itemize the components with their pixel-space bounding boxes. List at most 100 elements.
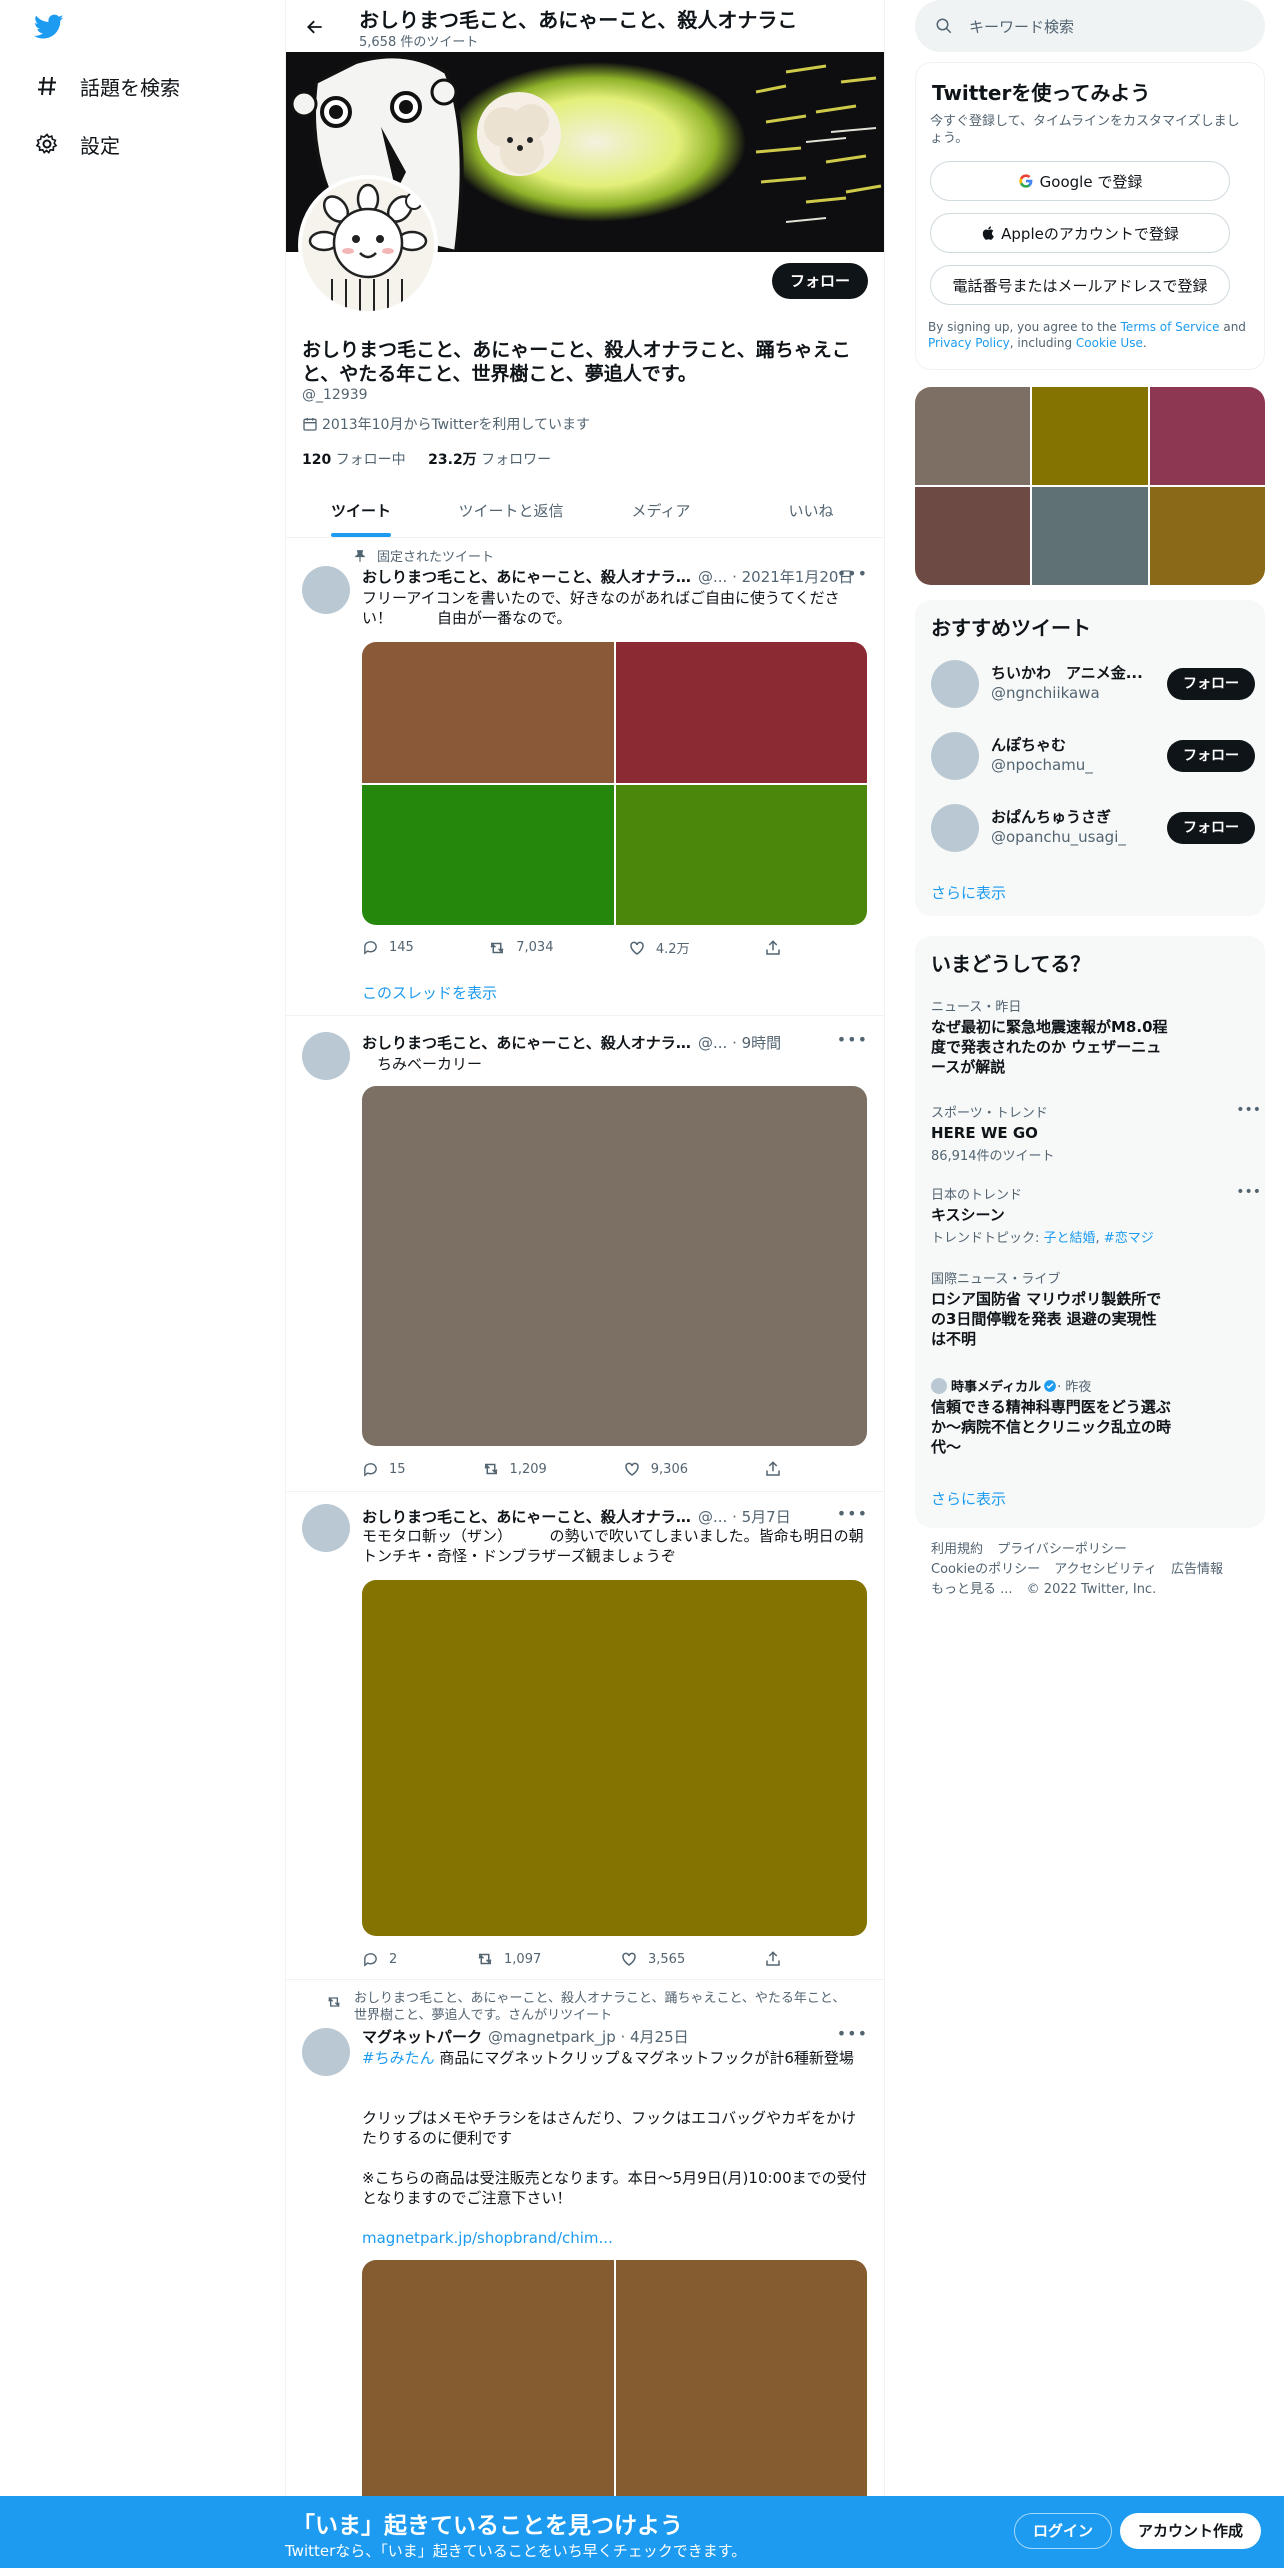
reply-button[interactable]: 145 [362, 938, 414, 957]
tweet-item[interactable]: 固定されたツイート おしりまつ毛こと、あにゃーこと、殺人オナラ... @... … [286, 538, 884, 1016]
retweet-button[interactable]: 1,097 [476, 1950, 541, 1968]
nav-settings[interactable]: 設定 [34, 124, 120, 164]
more-options-icon[interactable]: ••• [1236, 1184, 1261, 1200]
recommended-user[interactable]: おぱんちゅうさぎ @opanchu_usagi_ フォロー [931, 800, 1255, 860]
signup-button[interactable]: アカウント作成 [1120, 2513, 1262, 2549]
like-button[interactable]: 3,565 [620, 1950, 685, 1968]
trend-topic-link[interactable]: 子と結婚 [1044, 1231, 1096, 1246]
media-image[interactable] [362, 2260, 614, 2500]
recommended-user[interactable]: んぽちゃむ @npochamu_ フォロー [931, 728, 1255, 788]
show-more-link[interactable]: さらに表示 [931, 1488, 1006, 1509]
footer-link[interactable]: 広告情報 [1171, 1562, 1223, 1577]
trend-item[interactable]: 日本のトレンド キスシーン トレンドトピック: 子と結婚, #恋マジ ••• [931, 1184, 1261, 1246]
footer-link[interactable]: 利用規約 [931, 1542, 983, 1557]
tweet-media-grid[interactable] [362, 2260, 867, 2500]
photo-thumb[interactable] [1149, 387, 1265, 485]
tweet-avatar[interactable] [302, 1032, 350, 1080]
google-signup-button[interactable]: Google で登録 [930, 161, 1230, 201]
show-thread-link[interactable]: このスレッドを表示 [362, 982, 497, 1003]
back-arrow-icon[interactable] [300, 12, 330, 42]
media-image[interactable] [615, 2260, 867, 2500]
photo-thumb[interactable] [1149, 487, 1265, 585]
like-button[interactable]: 9,306 [623, 1460, 688, 1478]
reply-button[interactable]: 2 [362, 1950, 397, 1968]
tab-tweets[interactable]: ツイート [286, 484, 436, 537]
photo-thumb[interactable] [1032, 487, 1148, 585]
tweet-author-name[interactable]: おしりまつ毛こと、あにゃーこと、殺人オナラ... [362, 566, 692, 587]
avatar[interactable] [931, 732, 979, 780]
trend-topic-link[interactable]: #恋マジ [1104, 1231, 1154, 1246]
more-options-icon[interactable]: ••• [837, 1504, 868, 1523]
follow-button[interactable]: フォロー [1167, 740, 1255, 772]
search-box[interactable]: キーワード検索 [915, 0, 1265, 52]
trend-item[interactable]: 時事メディカル · 昨夜 信頼できる精神科専門医をどう選ぶか～病院不信とクリニッ… [931, 1376, 1231, 1457]
media-image[interactable] [362, 1086, 867, 1446]
tweet-avatar[interactable] [302, 566, 350, 614]
more-options-icon[interactable]: ••• [837, 2024, 868, 2043]
tweet-media-grid[interactable] [362, 1580, 867, 1936]
media-image[interactable] [615, 642, 867, 783]
show-more-link[interactable]: さらに表示 [931, 882, 1006, 903]
trend-item[interactable]: 国際ニュース・ライブ ロシア国防省 マリウポリ製鉄所での3日間停戦を発表 退避の… [931, 1268, 1231, 1349]
tweet-media-grid[interactable] [362, 642, 867, 925]
tweet-meta[interactable]: @... · 2021年1月20日 [698, 566, 853, 587]
recommended-user[interactable]: ちいかわ アニメ金... @ngnchiikawa フォロー [931, 656, 1255, 716]
more-options-icon[interactable]: ••• [837, 564, 868, 583]
tweet-item[interactable]: おしりまつ毛こと、あにゃーこと、殺人オナラこと、踊ちゃえこと、やたる年こと、世界… [286, 1980, 884, 2500]
retweet-button[interactable]: 7,034 [488, 938, 553, 957]
avatar[interactable] [931, 804, 979, 852]
avatar[interactable] [931, 660, 979, 708]
login-button[interactable]: ログイン [1014, 2513, 1113, 2549]
phone-email-signup-button[interactable]: 電話番号またはメールアドレスで登録 [930, 265, 1230, 305]
footer-link[interactable]: プライバシーポリシー [997, 1542, 1127, 1557]
followers-link[interactable]: 23.2万 フォロワー [428, 452, 551, 468]
following-link[interactable]: 120 フォロー中 [302, 452, 406, 468]
media-image[interactable] [362, 1580, 867, 1936]
twitter-logo-icon[interactable] [33, 14, 64, 44]
tab-tweets-replies[interactable]: ツイートと返信 [436, 484, 586, 537]
tab-likes[interactable]: いいね [736, 484, 884, 537]
photo-thumb[interactable] [1032, 387, 1148, 485]
footer-link[interactable]: アクセシビリティ [1054, 1562, 1157, 1577]
tweet-item[interactable]: おしりまつ毛こと、あにゃーこと、殺人オナラこと、踊... @... · 5月7日… [286, 1492, 884, 1980]
privacy-link[interactable]: Privacy Policy [928, 336, 1010, 350]
media-image[interactable] [615, 784, 867, 925]
nav-explore[interactable]: 話題を検索 [34, 66, 180, 106]
follow-button[interactable]: フォロー [1167, 668, 1255, 700]
follow-button[interactable]: フォロー [771, 263, 868, 299]
apple-signup-button[interactable]: Appleのアカウントで登録 [930, 213, 1230, 253]
footer-link[interactable]: Cookieのポリシー [931, 1562, 1040, 1577]
more-options-icon[interactable]: ••• [1236, 1102, 1261, 1118]
tweet-author-name[interactable]: おしりまつ毛こと、あにゃーこと、殺人オナラこと、踊... [362, 1032, 692, 1053]
tweet-meta[interactable]: @... · 9時間 [698, 1032, 781, 1053]
tab-media[interactable]: メディア [586, 484, 736, 537]
trend-item[interactable]: スポーツ・トレンド HERE WE GO 86,914件のツイート ••• [931, 1102, 1261, 1164]
like-button[interactable]: 4.2万 [628, 938, 690, 957]
tweet-media-grid[interactable] [362, 1086, 867, 1446]
trend-item[interactable]: ニュース・昨日 なぜ最初に緊急地震速報がM8.0程度で発表されたのか ウェザーニ… [931, 996, 1231, 1077]
retweet-button[interactable]: 1,209 [482, 1460, 547, 1478]
hashtag-link[interactable]: #ちみたん [362, 2049, 435, 2067]
share-button[interactable] [764, 938, 792, 957]
tweet-avatar[interactable] [302, 2028, 350, 2076]
share-button[interactable] [764, 1460, 792, 1478]
profile-avatar[interactable] [298, 175, 438, 315]
more-options-icon[interactable]: ••• [837, 1030, 868, 1049]
media-image[interactable] [362, 784, 614, 925]
tweet-meta[interactable]: @magnetpark_jp · 4月25日 [488, 2026, 689, 2047]
terms-link[interactable]: Terms of Service [1121, 320, 1220, 334]
tweet-meta[interactable]: @... · 5月7日 [698, 1506, 791, 1527]
media-image[interactable] [362, 642, 614, 783]
share-button[interactable] [764, 1950, 792, 1968]
reply-button[interactable]: 15 [362, 1460, 406, 1478]
photo-thumb[interactable] [915, 387, 1031, 485]
tweet-item[interactable]: おしりまつ毛こと、あにゃーこと、殺人オナラこと、踊... @... · 9時間 … [286, 1016, 884, 1492]
tweet-link[interactable]: magnetpark.jp/shopbrand/chim... [362, 2228, 867, 2248]
tweet-author-name[interactable]: マグネットパーク [362, 2026, 482, 2047]
tweet-avatar[interactable] [302, 1504, 350, 1552]
footer-link[interactable]: もっと見る ... [931, 1582, 1013, 1597]
tweet-author-name[interactable]: おしりまつ毛こと、あにゃーこと、殺人オナラこと、踊... [362, 1506, 692, 1527]
follow-button[interactable]: フォロー [1167, 812, 1255, 844]
photo-thumb[interactable] [915, 487, 1031, 585]
cookie-link[interactable]: Cookie Use [1076, 336, 1143, 350]
